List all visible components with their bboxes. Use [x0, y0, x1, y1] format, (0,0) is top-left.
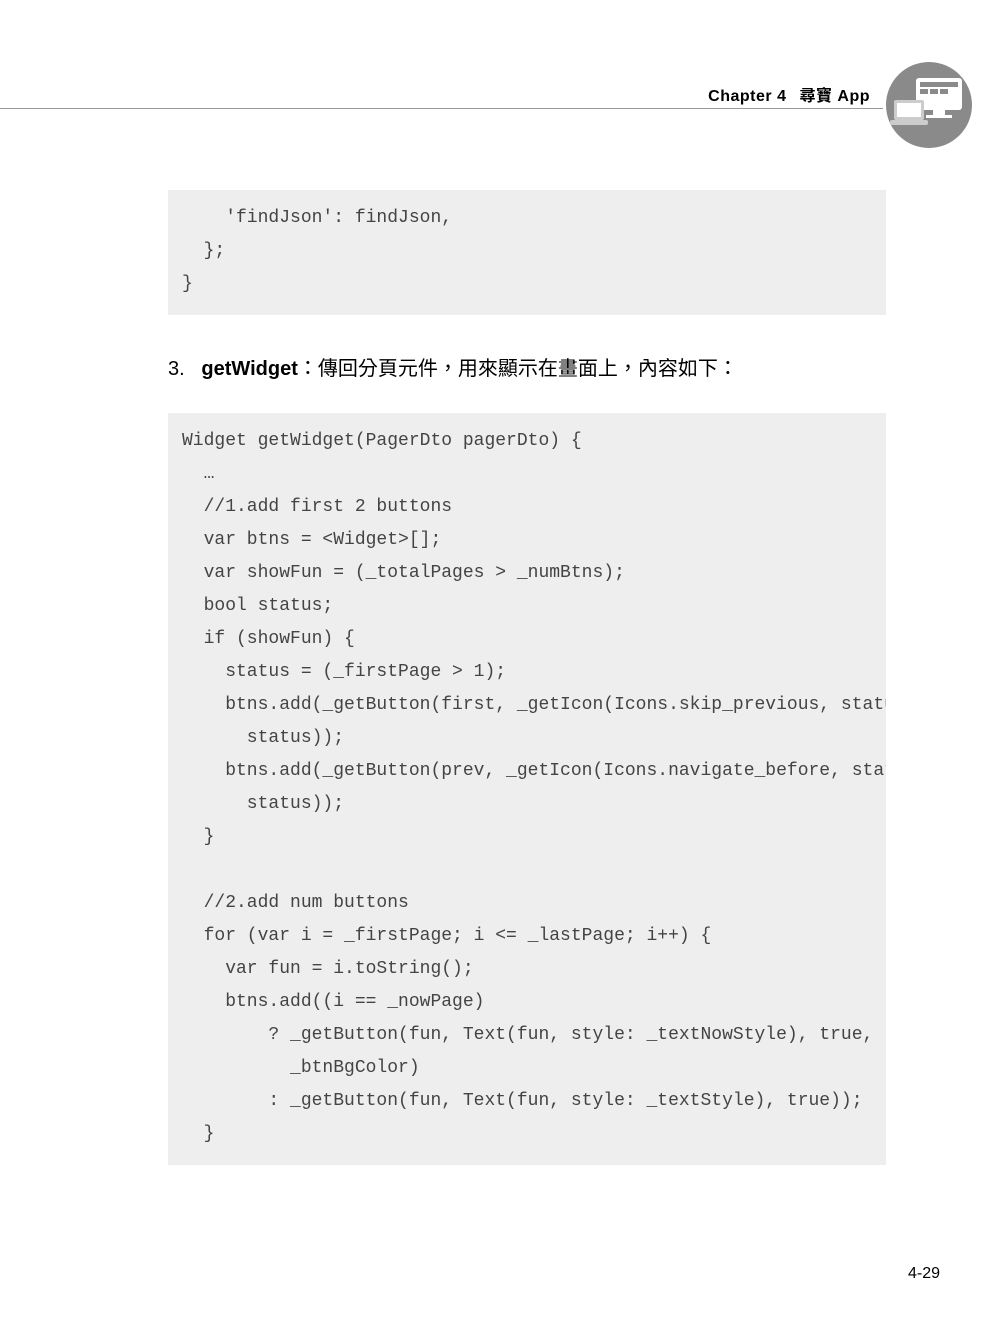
chapter-title: 尋寶 App [799, 88, 870, 105]
chapter-badge-icon [886, 62, 972, 148]
chapter-number: 4 [777, 88, 786, 105]
page-content: 'findJson': findJson, }; } 3. getWidget：… [168, 190, 886, 1165]
section-colon: ： [298, 358, 318, 380]
running-header: Chapter 4 尋寶 App [0, 82, 870, 106]
section-heading: 3. getWidget：傳回分頁元件，用來顯示在畫面上，內容如下： [168, 353, 886, 385]
section-desc: 傳回分頁元件，用來顯示在畫面上，內容如下： [318, 358, 738, 380]
page-number: 4-29 [908, 1265, 940, 1283]
chapter-label: Chapter [708, 88, 772, 105]
code-block-1: 'findJson': findJson, }; } [168, 190, 886, 315]
section-name: getWidget [201, 358, 297, 380]
book-page: Chapter 4 尋寶 App 'findJson': findJson, }… [0, 0, 1000, 1341]
header-rule [0, 108, 883, 109]
code-block-2: Widget getWidget(PagerDto pagerDto) { … … [168, 413, 886, 1165]
section-number: 3. [168, 358, 185, 380]
